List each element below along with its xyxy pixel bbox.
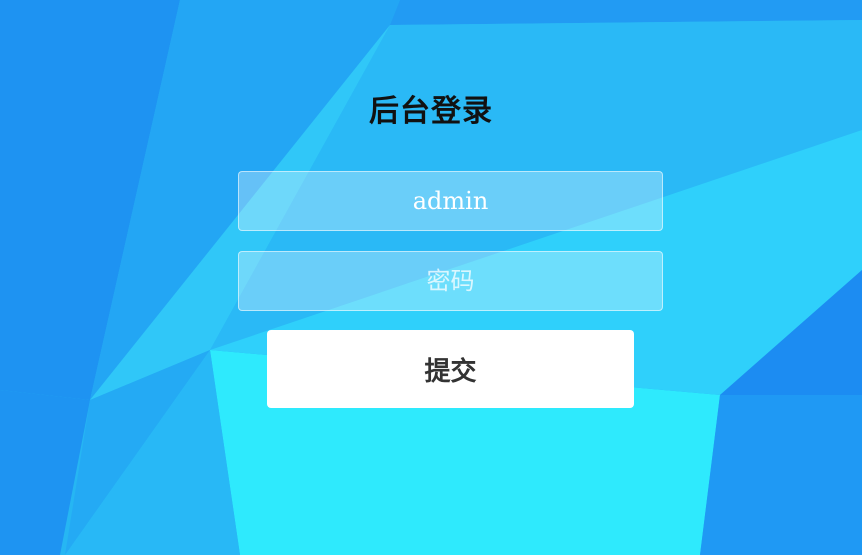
login-panel: 后台登录 提交	[0, 0, 862, 555]
password-input[interactable]	[238, 251, 663, 311]
page-title: 后台登录	[369, 94, 493, 129]
username-input[interactable]	[238, 171, 663, 231]
submit-button[interactable]: 提交	[267, 330, 634, 408]
